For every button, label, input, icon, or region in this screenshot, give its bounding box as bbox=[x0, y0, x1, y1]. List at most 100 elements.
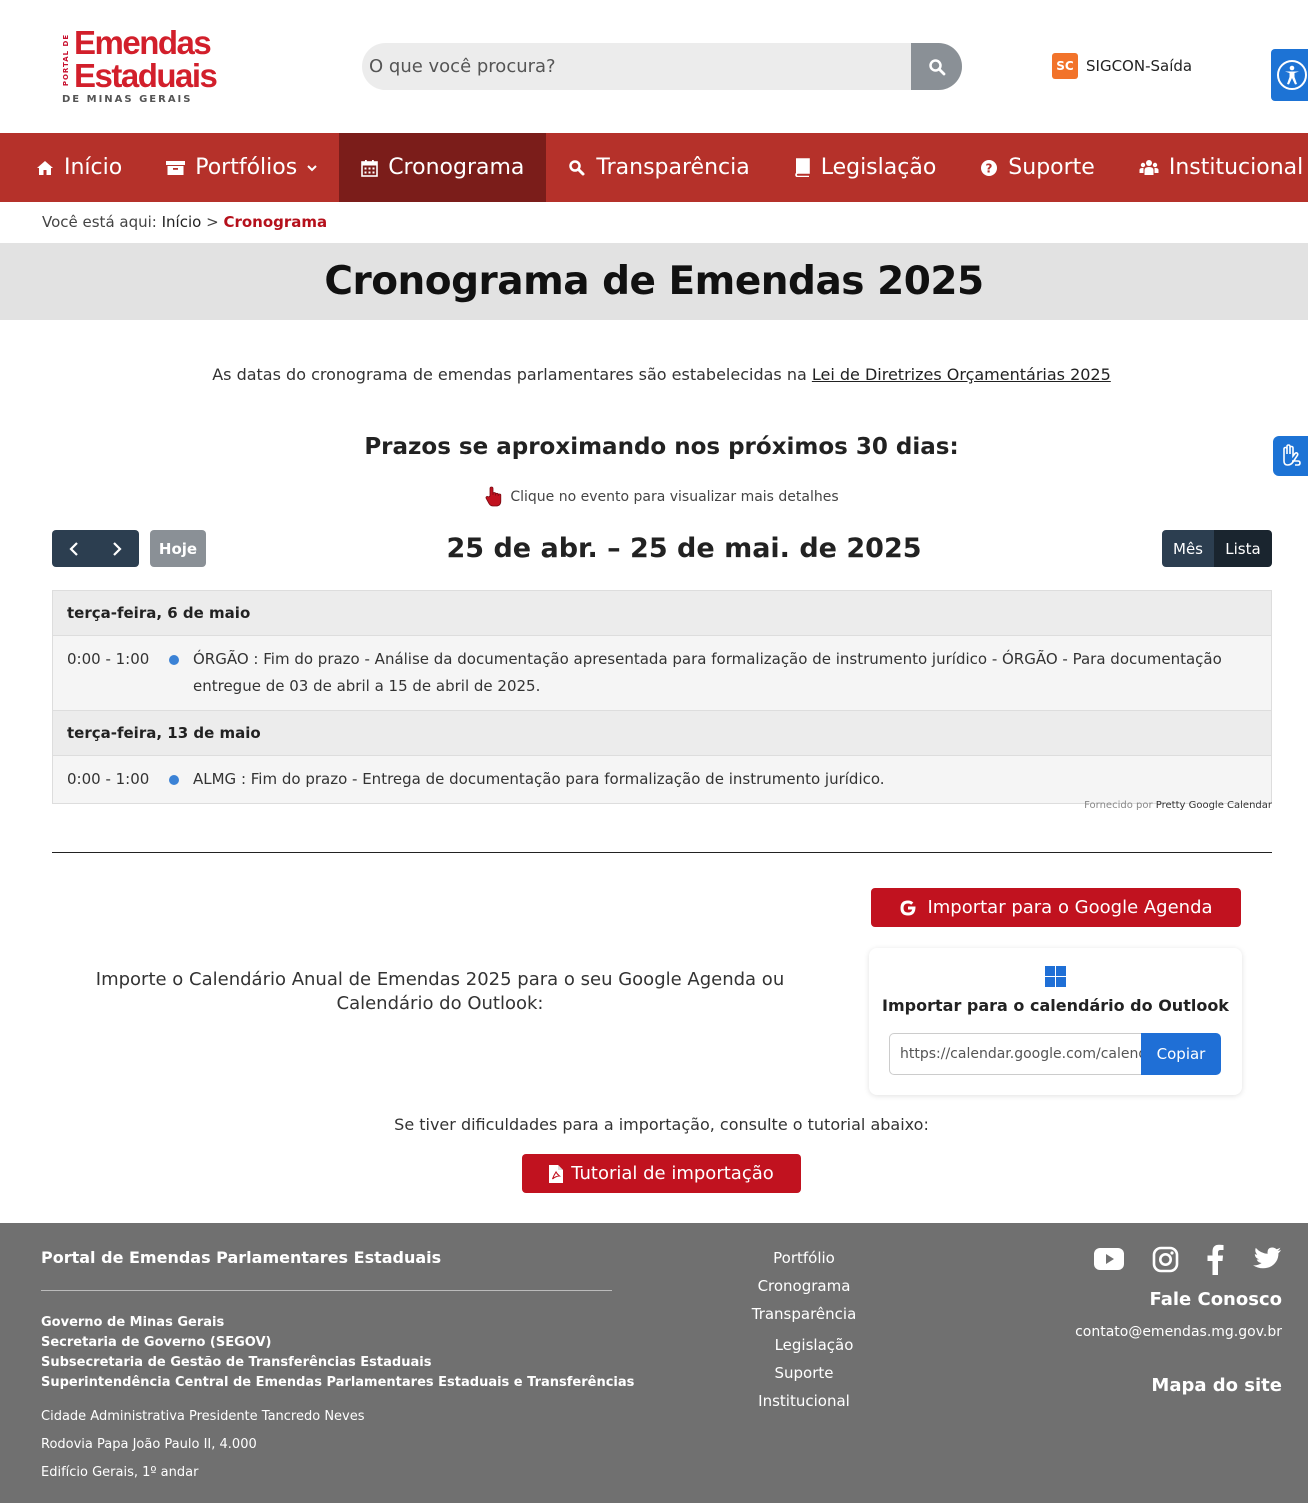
outlook-import-card: Importar para o calendário do Outlook ht… bbox=[869, 948, 1242, 1095]
tutorial-button[interactable]: Tutorial de importação bbox=[522, 1154, 801, 1193]
pointer-hand-icon bbox=[485, 486, 502, 507]
breadcrumb-home-link[interactable]: Início bbox=[162, 213, 202, 231]
svg-text:?: ? bbox=[986, 161, 993, 175]
twitter-icon[interactable] bbox=[1252, 1247, 1282, 1272]
question-icon: ? bbox=[981, 159, 998, 176]
site-logo[interactable]: PORTAL DE Emendas Estaduais DE MINAS GER… bbox=[60, 26, 230, 106]
calendar-icon bbox=[361, 159, 378, 177]
event-dot bbox=[169, 775, 179, 785]
contact-email[interactable]: contato@emendas.mg.gov.br bbox=[1075, 1324, 1282, 1340]
site-footer: Portal de Emendas Parlamentares Estaduai… bbox=[0, 1223, 1308, 1503]
home-icon bbox=[37, 160, 53, 175]
footer-link-transparencia[interactable]: Transparência bbox=[700, 1303, 908, 1331]
instagram-icon[interactable] bbox=[1152, 1246, 1179, 1273]
footer-title: Portal de Emendas Parlamentares Estaduai… bbox=[41, 1248, 442, 1267]
nav-label: Legislação bbox=[820, 155, 937, 180]
page-title: Cronograma de Emendas 2025 bbox=[324, 259, 984, 304]
search-input[interactable] bbox=[362, 43, 910, 90]
credit-link[interactable]: Pretty Google Calendar bbox=[1156, 800, 1272, 811]
copy-button[interactable]: Copiar bbox=[1141, 1033, 1221, 1075]
calendar-event[interactable]: 0:00 - 1:00 ÓRGÃO : Fim do prazo - Análi… bbox=[53, 636, 1271, 711]
nav-item-transparencia[interactable]: Transparência bbox=[546, 133, 771, 202]
view-toggle: Mês Lista bbox=[1162, 530, 1272, 567]
footer-address-line: Cidade Administrativa Presidente Tancred… bbox=[41, 1409, 365, 1424]
book-icon bbox=[794, 158, 810, 177]
accessibility-icon bbox=[1277, 60, 1307, 90]
tutorial-label: Tutorial de importação bbox=[571, 1163, 774, 1184]
nav-item-portfolios[interactable]: Portfólios bbox=[144, 133, 339, 202]
sigcon-link[interactable]: SC SIGCON-Saída bbox=[1052, 53, 1192, 79]
footer-link-cronograma[interactable]: Cronograma bbox=[700, 1275, 908, 1303]
footer-address-line: Edifício Gerais, 1º andar bbox=[41, 1465, 199, 1480]
hint-text: Clique no evento para visualizar mais de… bbox=[510, 489, 839, 505]
footer-gov-line: Subsecretaria de Gestão de Transferência… bbox=[41, 1355, 432, 1370]
day-heading: terça-feira, 13 de maio bbox=[53, 711, 1271, 756]
view-list-button[interactable]: Lista bbox=[1214, 530, 1272, 567]
section-divider bbox=[52, 852, 1272, 853]
difficulty-text: Se tiver dificuldades para a importação,… bbox=[394, 1115, 929, 1134]
sigcon-logo-icon: SC bbox=[1052, 53, 1078, 79]
footer-link-institucional[interactable]: Institucional bbox=[700, 1390, 908, 1418]
footer-superintendence: Superintendência Central de Emendas Parl… bbox=[41, 1375, 635, 1390]
nav-item-inicio[interactable]: Início bbox=[0, 133, 144, 202]
windows-icon bbox=[1045, 966, 1066, 987]
intro-text: As datas do cronograma de emendas parlam… bbox=[0, 365, 1308, 384]
next-button[interactable] bbox=[95, 530, 138, 567]
event-time: 0:00 - 1:00 bbox=[67, 650, 150, 668]
search-button[interactable] bbox=[911, 43, 962, 90]
click-hint: Clique no evento para visualizar mais de… bbox=[0, 486, 1308, 508]
social-links bbox=[1094, 1241, 1282, 1277]
event-title: ALMG : Fim do prazo - Entrega de documen… bbox=[193, 770, 885, 788]
facebook-icon[interactable] bbox=[1206, 1243, 1224, 1275]
footer-gov-line: Governo de Minas Gerais bbox=[41, 1315, 225, 1330]
day-heading: terça-feira, 6 de maio bbox=[53, 591, 1271, 636]
footer-link-suporte[interactable]: Suporte bbox=[700, 1362, 908, 1390]
box-icon bbox=[166, 160, 186, 175]
sitemap-link[interactable]: Mapa do site bbox=[1151, 1375, 1282, 1396]
nav-item-cronograma[interactable]: Cronograma bbox=[339, 133, 547, 202]
search-icon bbox=[928, 58, 945, 75]
chevron-right-icon bbox=[112, 541, 122, 556]
accessibility-button[interactable] bbox=[1271, 49, 1308, 101]
sigcon-label: SIGCON-Saída bbox=[1086, 57, 1193, 75]
outlook-title: Importar para o calendário do Outlook bbox=[882, 996, 1229, 1015]
prev-button[interactable] bbox=[52, 530, 95, 567]
view-month-button[interactable]: Mês bbox=[1162, 530, 1214, 567]
calendar-event[interactable]: 0:00 - 1:00 ALMG : Fim do prazo - Entreg… bbox=[53, 756, 1271, 803]
footer-address-line: Rodovia Papa João Paulo II, 4.000 bbox=[41, 1437, 257, 1452]
breadcrumb-prefix: Você está aqui: bbox=[42, 213, 157, 231]
nav-item-institucional[interactable]: Institucional bbox=[1117, 133, 1308, 202]
site-header: PORTAL DE Emendas Estaduais DE MINAS GER… bbox=[0, 0, 1308, 133]
logo-line3: DE MINAS GERAIS bbox=[62, 94, 193, 105]
import-google-button[interactable]: Importar para o Google Agenda bbox=[871, 888, 1241, 927]
chevron-down-icon bbox=[307, 164, 317, 171]
nav-label: Transparência bbox=[596, 155, 750, 180]
footer-gov-line: Secretaria de Governo (SEGOV) bbox=[41, 1335, 272, 1350]
footer-gov-block: Governo de Minas Gerais Secretaria de Go… bbox=[41, 1313, 431, 1373]
nav-item-legislacao[interactable]: Legislação bbox=[772, 133, 959, 202]
logo-line2: Estaduais bbox=[74, 57, 218, 94]
ldo-link[interactable]: Lei de Diretrizes Orçamentárias 2025 bbox=[812, 365, 1111, 384]
nav-item-suporte[interactable]: ? Suporte bbox=[958, 133, 1117, 202]
main-nav: Início Portfólios Cronograma Transparênc… bbox=[0, 133, 1308, 202]
outlook-url-field[interactable]: https://calendar.google.com/calendar/ica… bbox=[889, 1033, 1142, 1075]
google-icon bbox=[900, 900, 916, 915]
footer-link-portfolio[interactable]: Portfólio bbox=[700, 1247, 908, 1275]
footer-link-legislacao[interactable]: Legislação bbox=[700, 1334, 908, 1362]
footer-divider bbox=[41, 1290, 612, 1291]
calendar-nav-group bbox=[52, 530, 139, 567]
contact-title[interactable]: Fale Conosco bbox=[1149, 1289, 1282, 1310]
breadcrumb-separator: > bbox=[206, 213, 219, 231]
youtube-icon[interactable] bbox=[1094, 1248, 1124, 1270]
breadcrumb-current: Cronograma bbox=[223, 213, 328, 231]
calendar-range-title: 25 de abr. – 25 de mai. de 2025 bbox=[446, 533, 922, 564]
today-button[interactable]: Hoje bbox=[150, 530, 206, 567]
chevron-left-icon bbox=[68, 541, 78, 556]
logo-side-text: PORTAL DE bbox=[62, 33, 70, 87]
search-bar bbox=[362, 43, 962, 90]
import-description: Importe o Calendário Anual de Emendas 20… bbox=[95, 969, 785, 1014]
credit-prefix: Fornecido por bbox=[1084, 800, 1153, 811]
event-time: 0:00 - 1:00 bbox=[67, 770, 150, 788]
nav-label: Portfólios bbox=[195, 155, 298, 180]
logo-line1: Emendas bbox=[74, 24, 212, 61]
